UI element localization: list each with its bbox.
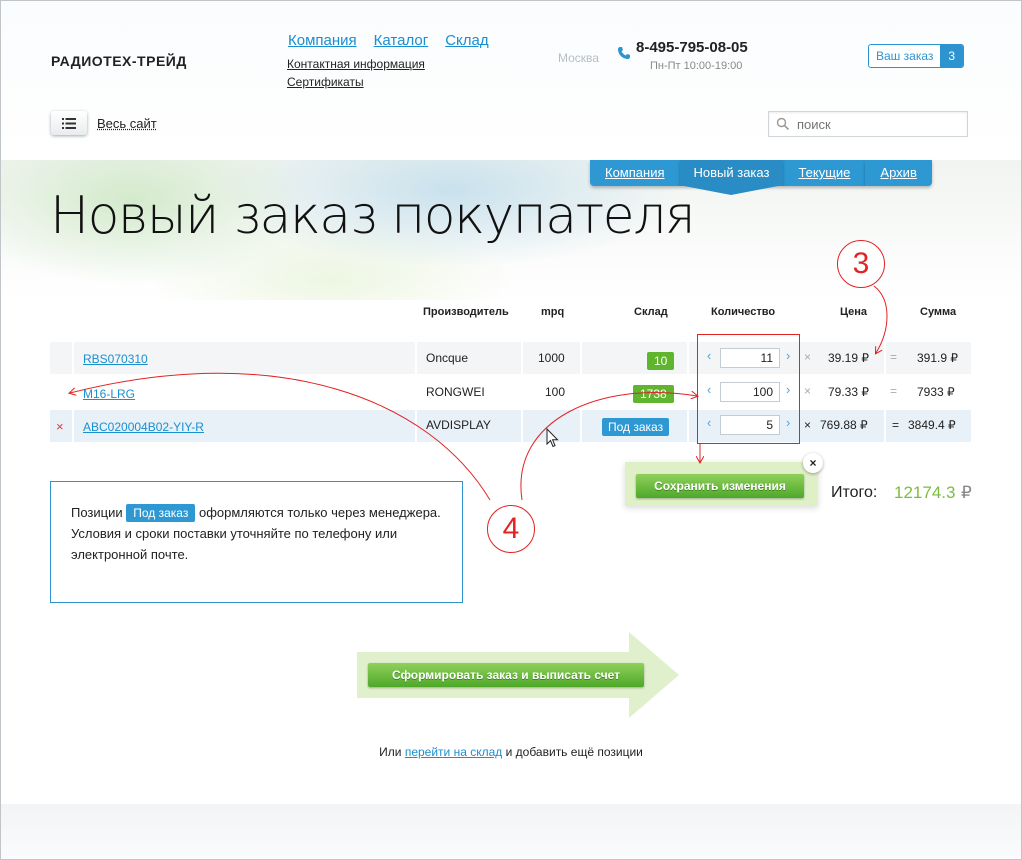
window-frame: [0, 0, 1022, 860]
